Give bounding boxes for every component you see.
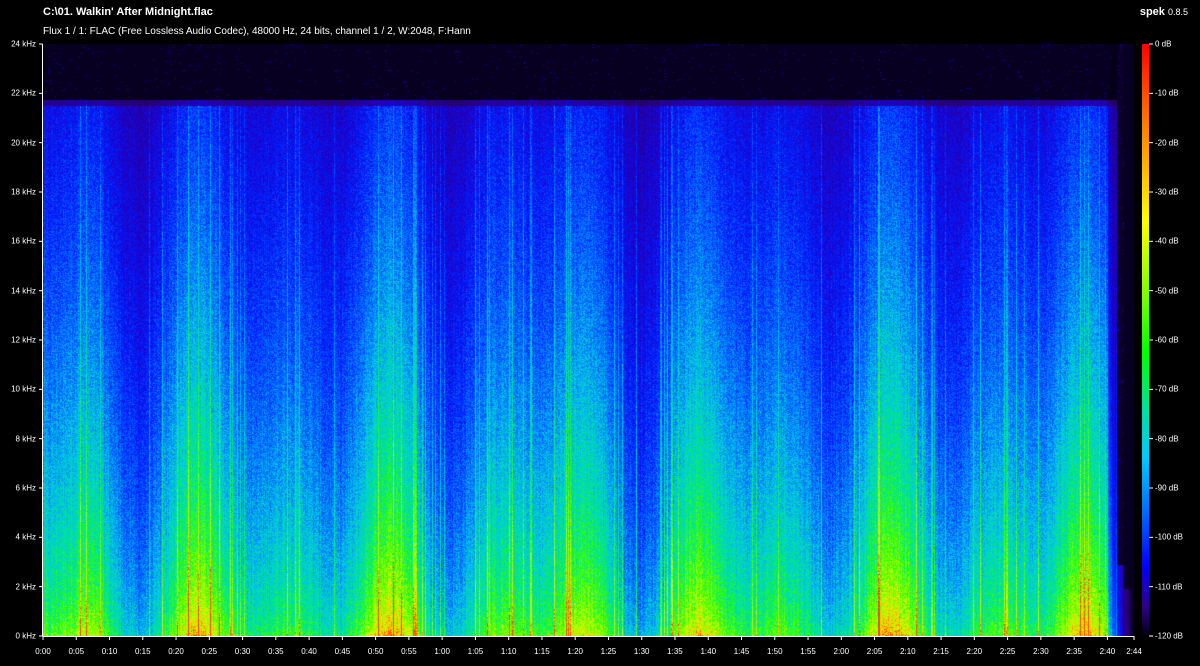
time-tick-label: 2:00 [833,647,850,656]
db-tick-label: -90 dB [1155,483,1179,493]
frequency-tick-label: 8 kHz [15,434,36,444]
app-name: spek 0.8.5 [1140,6,1188,18]
time-tick-label: 2:44 [1126,647,1142,656]
spectrogram-canvas[interactable] [43,44,1134,636]
time-tick-label: 2:05 [866,647,883,656]
time-tick-label: 1:45 [733,647,750,656]
time-tick-label: 0:55 [401,647,417,656]
time-tick-label: 0:35 [268,647,284,656]
time-tick-label: 2:20 [966,647,983,656]
db-tick-label: -70 dB [1155,384,1179,394]
db-tick-label: -20 dB [1155,138,1179,148]
db-tick-label: -40 dB [1155,236,1179,246]
time-tick-label: 2:35 [1066,647,1082,656]
time-tick-label: 1:55 [800,647,816,656]
time-tick-label: 1:10 [500,647,517,656]
db-tick-label: -80 dB [1155,434,1179,444]
frequency-tick-label: 0 kHz [15,631,36,641]
frequency-tick-label: 10 kHz [11,384,36,394]
app-version: 0.8.5 [1167,7,1188,17]
db-tick-label: -60 dB [1155,335,1179,345]
frequency-tick-label: 6 kHz [15,483,36,493]
db-tick-label: -30 dB [1155,187,1179,197]
frequency-tick-label: 24 kHz [11,39,36,49]
time-tick-label: 1:40 [700,647,717,656]
db-tick-label: 0 dB [1155,39,1172,49]
time-tick-label: 0:10 [101,647,118,656]
time-tick-label: 1:30 [633,647,650,656]
stream-info: Flux 1 / 1: FLAC (Free Lossless Audio Co… [43,26,471,37]
spectrogram-area[interactable] [43,44,1134,636]
time-tick-label: 1:00 [434,647,450,656]
file-title: C:\01. Walkin' After Midnight.flac [43,6,213,18]
frequency-tick-label: 2 kHz [15,582,36,592]
time-tick-label: 0:45 [334,647,351,656]
time-tick-label: 1:15 [534,647,550,656]
db-tick-label: -10 dB [1155,88,1179,98]
time-tick-label: 2:15 [933,647,949,656]
time-tick-label: 0:30 [234,647,251,656]
db-tick-label: -120 dB [1155,631,1184,641]
time-tick-label: 0:50 [367,647,384,656]
time-tick-label: 2:30 [1033,647,1049,656]
time-tick-label: 1:20 [567,647,583,656]
frequency-tick-label: 18 kHz [11,187,36,197]
time-tick-label: 1:05 [467,647,484,656]
time-tick-label: 0:20 [168,647,184,656]
frequency-tick-label: 16 kHz [11,236,36,246]
db-tick-label: -110 dB [1155,582,1183,592]
time-tick-label: 0:00 [35,647,51,656]
time-tick-label: 1:25 [600,647,617,656]
db-tick-label: -100 dB [1155,532,1184,542]
frequency-tick-label: 14 kHz [11,286,36,296]
time-tick-label: 0:40 [301,647,317,656]
db-tick-label: -50 dB [1155,286,1179,296]
time-tick-label: 2:10 [900,647,916,656]
time-tick-label: 1:35 [667,647,683,656]
frequency-tick-label: 12 kHz [11,335,36,345]
time-tick-label: 0:25 [201,647,218,656]
app-name-label: spek [1139,6,1165,18]
db-color-scale [1142,44,1149,636]
time-tick-label: 0:15 [134,647,151,656]
frequency-tick-label: 20 kHz [11,138,36,148]
frequency-tick-label: 22 kHz [11,88,36,98]
time-tick-label: 0:05 [68,647,85,656]
time-tick-label: 1:50 [766,647,783,656]
time-tick-label: 2:25 [999,647,1016,656]
time-tick-label: 2:40 [1099,647,1116,656]
frequency-tick-label: 4 kHz [15,532,36,542]
